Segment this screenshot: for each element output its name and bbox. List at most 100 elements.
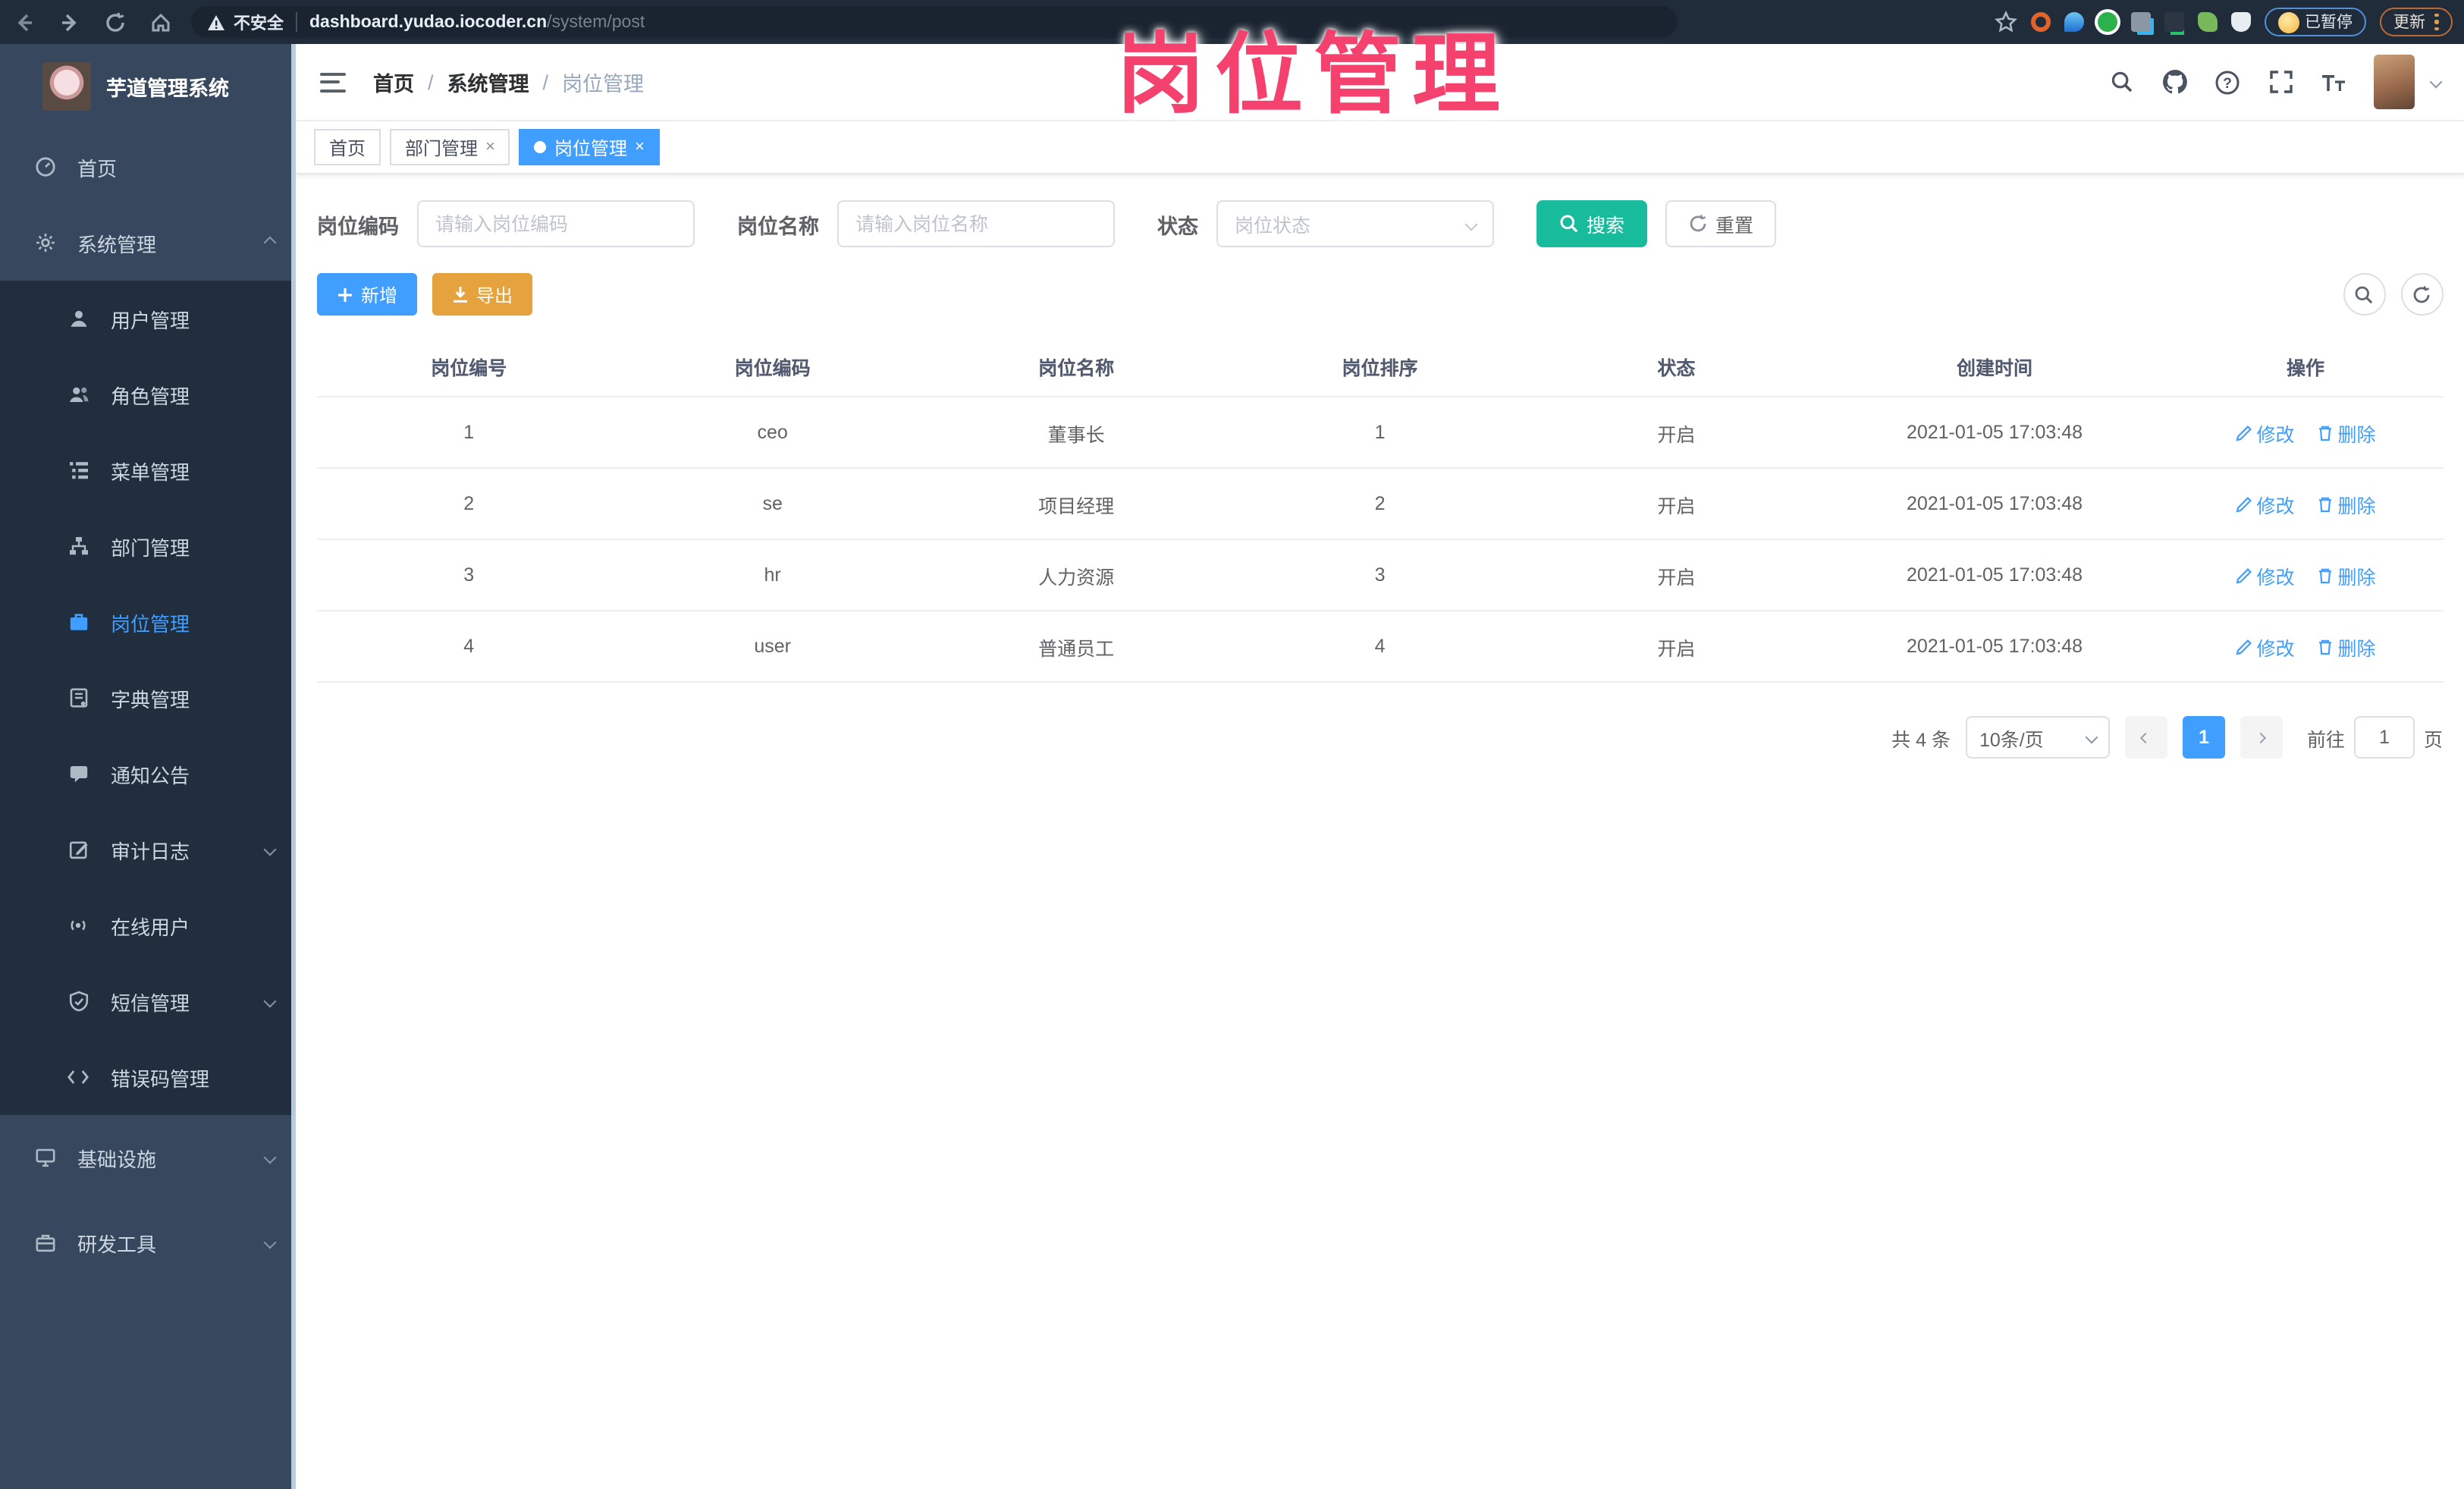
sidebar-item-system[interactable]: 系统管理 bbox=[0, 205, 296, 281]
cell-created-time: 2021-01-05 17:03:48 bbox=[1906, 636, 2083, 657]
breadcrumb-home[interactable]: 首页 bbox=[373, 67, 414, 97]
edit-icon bbox=[2236, 639, 2252, 655]
close-icon[interactable]: × bbox=[635, 138, 645, 156]
delete-link[interactable]: 删除 bbox=[2318, 561, 2376, 589]
edit-square-icon bbox=[67, 838, 89, 861]
tab-home[interactable]: 首页 bbox=[314, 129, 381, 165]
tab-label: 首页 bbox=[329, 137, 366, 159]
sidebar-item-home[interactable]: 首页 bbox=[0, 129, 296, 205]
help-icon[interactable]: ? bbox=[2214, 68, 2241, 96]
table-row[interactable]: 2 se 项目经理 2 开启 2021-01-05 17:03:48 修改 删除 bbox=[317, 469, 2443, 540]
next-page-button[interactable] bbox=[2240, 716, 2283, 759]
edit-link[interactable]: 修改 bbox=[2236, 489, 2295, 518]
extension-orange-icon[interactable] bbox=[2030, 12, 2050, 32]
edit-link[interactable]: 修改 bbox=[2236, 561, 2295, 589]
sidebar-item-label: 系统管理 bbox=[77, 233, 157, 256]
table-row[interactable]: 3 hr 人力资源 3 开启 2021-01-05 17:03:48 修改 删除 bbox=[317, 540, 2443, 611]
extension-green-leaf-icon[interactable] bbox=[2197, 12, 2217, 32]
home-icon[interactable] bbox=[149, 10, 173, 34]
user-avatar[interactable] bbox=[2373, 55, 2414, 109]
security-chip[interactable]: 不安全 bbox=[206, 10, 284, 34]
briefcase-icon bbox=[67, 611, 89, 633]
cell-post-name: 项目经理 bbox=[1038, 495, 1115, 517]
goto-page-input[interactable] bbox=[2353, 716, 2415, 759]
fullscreen-icon[interactable] bbox=[2267, 68, 2294, 96]
page-size-select[interactable]: 10条/页 bbox=[1965, 716, 2110, 759]
extension-dark-badge-icon[interactable] bbox=[2164, 12, 2183, 32]
sidebar-item-user-mgmt[interactable]: 用户管理 bbox=[0, 281, 296, 357]
sidebar: 芋道管理系统 首页 系统管理 用户管理 角色管理 菜单管理 部门管理 岗位管理 … bbox=[0, 44, 296, 1489]
update-browser-button[interactable]: 更新 bbox=[2380, 8, 2452, 36]
sidebar-item-role-mgmt[interactable]: 角色管理 bbox=[0, 357, 296, 432]
status-select[interactable]: 岗位状态 bbox=[1216, 200, 1494, 247]
tab-dept-mgmt[interactable]: 部门管理 × bbox=[390, 129, 510, 165]
sidebar-item-infrastructure[interactable]: 基础设施 bbox=[0, 1115, 296, 1200]
export-button[interactable]: 导出 bbox=[432, 273, 533, 316]
add-button[interactable]: 新增 bbox=[317, 273, 418, 316]
org-tree-icon bbox=[67, 535, 89, 558]
font-size-icon[interactable] bbox=[2320, 68, 2347, 96]
app-logo-row[interactable]: 芋道管理系统 bbox=[0, 44, 296, 129]
search-button[interactable]: 搜索 bbox=[1536, 200, 1648, 247]
pagination: 共 4 条 10条/页 1 前往 页 bbox=[317, 716, 2443, 789]
sidebar-item-menu-mgmt[interactable]: 菜单管理 bbox=[0, 432, 296, 508]
sidebar-item-devtools[interactable]: 研发工具 bbox=[0, 1200, 296, 1285]
post-code-label: 岗位编码 bbox=[317, 215, 399, 237]
post-code-input[interactable] bbox=[417, 200, 695, 247]
tab-label: 部门管理 bbox=[405, 137, 479, 159]
close-icon[interactable]: × bbox=[485, 138, 495, 156]
table-row[interactable]: 4 user 普通员工 4 开启 2021-01-05 17:03:48 修改 … bbox=[317, 611, 2443, 683]
table-row[interactable]: 1 ceo 董事长 1 开启 2021-01-05 17:03:48 修改 删除 bbox=[317, 397, 2443, 469]
delete-link[interactable]: 删除 bbox=[2318, 418, 2376, 447]
collapse-sidebar-icon[interactable] bbox=[320, 72, 346, 92]
reload-icon[interactable] bbox=[103, 10, 127, 34]
refresh-table-button[interactable] bbox=[2400, 273, 2443, 316]
sidebar-item-online-users[interactable]: 在线用户 bbox=[0, 887, 296, 963]
cell-post-code: se bbox=[762, 493, 783, 514]
extensions-puzzle-icon[interactable] bbox=[2230, 12, 2250, 32]
extension-green-check-icon[interactable] bbox=[2097, 12, 2117, 32]
sidebar-item-label: 字典管理 bbox=[111, 688, 190, 711]
cell-created-time: 2021-01-05 17:03:48 bbox=[1906, 564, 2083, 586]
sidebar-item-dept-mgmt[interactable]: 部门管理 bbox=[0, 508, 296, 584]
sidebar-item-label: 短信管理 bbox=[111, 991, 190, 1014]
forward-icon[interactable] bbox=[58, 10, 82, 34]
sidebar-item-notice-mgmt[interactable]: 通知公告 bbox=[0, 736, 296, 812]
edit-link[interactable]: 修改 bbox=[2236, 632, 2295, 661]
bookmark-star-icon[interactable] bbox=[1994, 11, 2017, 33]
sidebar-item-errorcode-mgmt[interactable]: 错误码管理 bbox=[0, 1039, 296, 1115]
sidebar-item-audit-log[interactable]: 审计日志 bbox=[0, 812, 296, 887]
reset-button[interactable]: 重置 bbox=[1665, 200, 1777, 247]
delete-link[interactable]: 删除 bbox=[2318, 632, 2376, 661]
chevron-down-icon bbox=[263, 994, 277, 1008]
breadcrumb-system[interactable]: 系统管理 bbox=[447, 67, 529, 97]
search-icon[interactable] bbox=[2108, 68, 2135, 96]
chevron-down-icon bbox=[263, 843, 277, 856]
page-number-button[interactable]: 1 bbox=[2182, 716, 2225, 759]
browser-menu-kebab-icon[interactable] bbox=[2434, 13, 2438, 31]
active-dot-icon bbox=[534, 141, 547, 153]
github-icon[interactable] bbox=[2161, 68, 2188, 96]
avatar-caret-icon[interactable] bbox=[2428, 75, 2442, 89]
edit-link[interactable]: 修改 bbox=[2236, 418, 2295, 447]
sidebar-item-label: 通知公告 bbox=[111, 764, 190, 787]
prev-page-button[interactable] bbox=[2124, 716, 2167, 759]
paused-badge[interactable]: 已暂停 bbox=[2264, 8, 2366, 36]
post-name-input[interactable] bbox=[837, 200, 1115, 247]
extension-grid-icon[interactable] bbox=[2130, 12, 2150, 32]
extension-blue-pin-icon[interactable] bbox=[2064, 12, 2083, 32]
sidebar-item-post-mgmt[interactable]: 岗位管理 bbox=[0, 584, 296, 660]
sidebar-item-sms-mgmt[interactable]: 短信管理 bbox=[0, 963, 296, 1039]
tab-post-mgmt[interactable]: 岗位管理 × bbox=[519, 129, 660, 165]
warning-icon bbox=[208, 14, 224, 30]
refresh-icon bbox=[1690, 215, 1706, 232]
sidebar-item-dict-mgmt[interactable]: 字典管理 bbox=[0, 660, 296, 736]
toggle-search-button[interactable] bbox=[2343, 273, 2385, 316]
chevron-left-icon bbox=[2140, 731, 2152, 743]
search-button-label: 搜索 bbox=[1587, 215, 1625, 237]
update-label: 更新 bbox=[2393, 14, 2425, 32]
gear-icon bbox=[33, 231, 56, 254]
cell-created-time: 2021-01-05 17:03:48 bbox=[1906, 422, 2083, 443]
delete-link[interactable]: 删除 bbox=[2318, 489, 2376, 518]
back-icon[interactable] bbox=[12, 10, 36, 34]
